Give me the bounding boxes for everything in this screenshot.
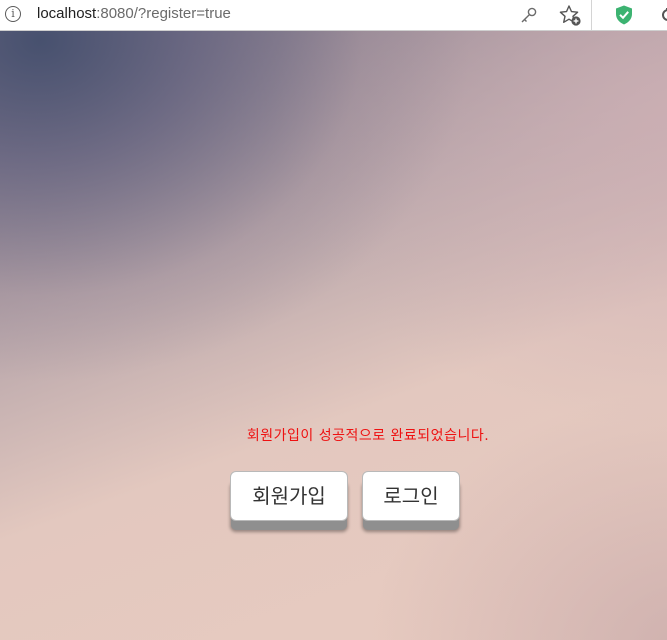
shield-extension-icon[interactable] <box>613 4 635 26</box>
key-icon[interactable] <box>519 5 539 25</box>
browser-address-bar: i localhost:8080/?register=true <box>0 0 667 31</box>
login-button[interactable]: 로그인 <box>362 471 460 521</box>
page-content: 회원가입이 성공적으로 완료되었습니다. 회원가입 로그인 <box>0 31 667 640</box>
registration-success-message: 회원가입이 성공적으로 완료되었습니다. <box>246 428 490 444</box>
address-bar-divider <box>591 0 592 30</box>
url-host: localhost <box>37 5 97 22</box>
url-path: :8080/?register=true <box>96 5 231 22</box>
extension-icon-partial[interactable] <box>659 6 667 24</box>
register-button[interactable]: 회원가입 <box>230 471 348 521</box>
url-field[interactable]: localhost:8080/?register=true <box>37 5 231 23</box>
info-icon[interactable]: i <box>5 6 21 22</box>
add-favorite-icon[interactable] <box>558 3 582 27</box>
